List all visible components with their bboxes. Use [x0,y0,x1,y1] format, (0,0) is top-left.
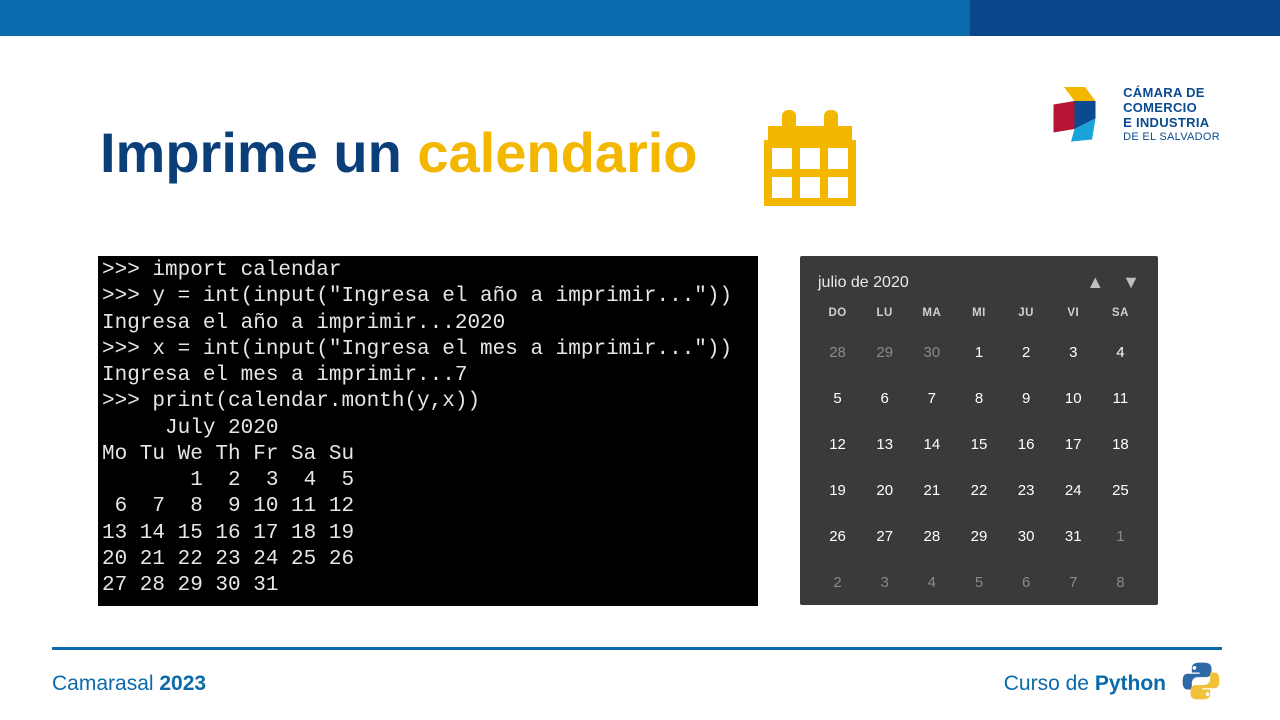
org-logo-text: CÁMARA DE COMERCIO E INDUSTRIA DE EL SAL… [1123,86,1220,143]
calendar-day[interactable]: 18 [1097,425,1144,465]
footer: Camarasal 2023 Curso de Python [52,647,1222,709]
footer-left: Camarasal 2023 [52,672,206,696]
calendar-day[interactable]: 22 [955,471,1002,511]
calendar-day[interactable]: 29 [955,517,1002,557]
calendar-day[interactable]: 26 [814,517,861,557]
org-logo-line: DE EL SALVADOR [1123,131,1220,144]
calendar-dow: SA [1097,307,1144,327]
calendar-month-label: julio de 2020 [818,274,909,292]
calendar-day[interactable]: 9 [1003,379,1050,419]
calendar-nav: ▲ ▼ [1086,272,1140,293]
footer-right-strong: Python [1095,672,1166,696]
calendar-dow: VI [1050,307,1097,327]
calendar-day[interactable]: 24 [1050,471,1097,511]
slide-title-highlight: calendario [417,121,697,184]
calendar-grid: DOLUMAMIJUVISA28293012345678910111213141… [814,307,1144,603]
calendar-day[interactable]: 14 [908,425,955,465]
calendar-day[interactable]: 21 [908,471,955,511]
calendar-icon [760,108,860,213]
calendar-day[interactable]: 31 [1050,517,1097,557]
calendar-day[interactable]: 2 [1003,333,1050,373]
footer-left-text: Camarasal [52,672,159,695]
calendar-day[interactable]: 8 [955,379,1002,419]
calendar-day[interactable]: 30 [908,333,955,373]
terminal-output: >>> import calendar >>> y = int(input("I… [98,256,758,606]
slide-title: Imprime un calendario [100,120,698,185]
calendar-day[interactable]: 6 [1003,563,1050,603]
calendar-day[interactable]: 27 [861,517,908,557]
calendar-day[interactable]: 15 [955,425,1002,465]
calendar-widget: julio de 2020 ▲ ▼ DOLUMAMIJUVISA28293012… [800,256,1158,605]
calendar-day[interactable]: 10 [1050,379,1097,419]
calendar-day[interactable]: 3 [861,563,908,603]
calendar-day[interactable]: 19 [814,471,861,511]
calendar-day[interactable]: 29 [861,333,908,373]
calendar-day[interactable]: 20 [861,471,908,511]
calendar-day[interactable]: 28 [814,333,861,373]
calendar-day[interactable]: 7 [908,379,955,419]
footer-left-year: 2023 [159,672,206,695]
calendar-day[interactable]: 7 [1050,563,1097,603]
org-logo-line: COMERCIO [1123,101,1220,116]
calendar-day[interactable]: 5 [955,563,1002,603]
calendar-header: julio de 2020 ▲ ▼ [814,266,1144,307]
calendar-day[interactable]: 8 [1097,563,1144,603]
org-logo: CÁMARA DE COMERCIO E INDUSTRIA DE EL SAL… [1043,80,1220,150]
calendar-day[interactable]: 4 [908,563,955,603]
calendar-day[interactable]: 12 [814,425,861,465]
calendar-day[interactable]: 23 [1003,471,1050,511]
org-logo-line: E INDUSTRIA [1123,116,1220,131]
top-bar [0,0,1280,36]
calendar-day[interactable]: 3 [1050,333,1097,373]
top-bar-accent [970,0,1280,36]
calendar-dow: JU [1003,307,1050,327]
slide-title-part1: Imprime un [100,121,417,184]
org-logo-line: CÁMARA DE [1123,86,1220,101]
footer-rule [52,647,1222,651]
calendar-dow: MI [955,307,1002,327]
calendar-day[interactable]: 25 [1097,471,1144,511]
chevron-down-icon[interactable]: ▼ [1122,272,1140,293]
org-logo-mark [1043,80,1113,150]
footer-right-text: Curso de [1004,672,1089,696]
calendar-day[interactable]: 17 [1050,425,1097,465]
footer-right: Curso de Python [1004,660,1222,708]
calendar-dow: DO [814,307,861,327]
calendar-day[interactable]: 11 [1097,379,1144,419]
calendar-day[interactable]: 6 [861,379,908,419]
chevron-up-icon[interactable]: ▲ [1086,272,1104,293]
calendar-day[interactable]: 5 [814,379,861,419]
calendar-day[interactable]: 1 [1097,517,1144,557]
calendar-dow: MA [908,307,955,327]
calendar-day[interactable]: 4 [1097,333,1144,373]
python-icon [1180,660,1222,708]
calendar-day[interactable]: 13 [861,425,908,465]
calendar-day[interactable]: 1 [955,333,1002,373]
calendar-day[interactable]: 2 [814,563,861,603]
calendar-day[interactable]: 30 [1003,517,1050,557]
calendar-day[interactable]: 16 [1003,425,1050,465]
calendar-day[interactable]: 28 [908,517,955,557]
calendar-dow: LU [861,307,908,327]
